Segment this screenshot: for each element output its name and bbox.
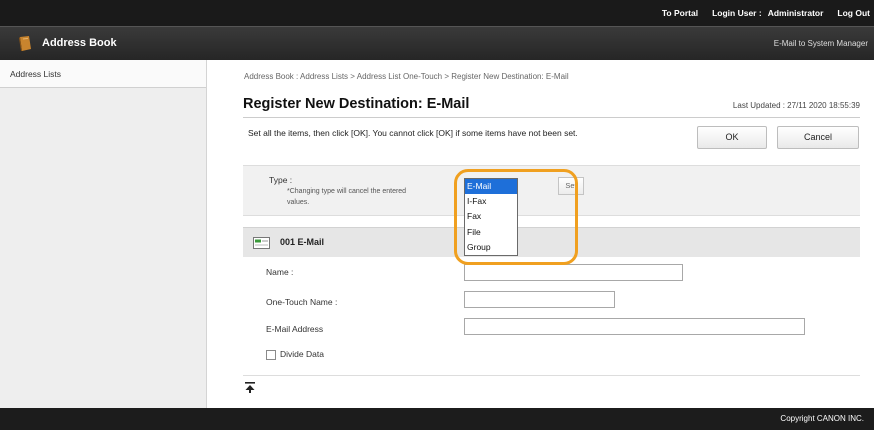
type-option-fax[interactable]: Fax — [465, 209, 517, 224]
footer: Copyright CANON INC. — [0, 408, 874, 430]
email-system-manager-link[interactable]: E-Mail to System Manager — [774, 39, 868, 48]
divide-data-label: Divide Data — [280, 349, 324, 359]
top-links: To Portal Login User : Administrator Log… — [662, 0, 870, 26]
type-note: *Changing type will cancel the entered v… — [287, 188, 407, 206]
ok-button[interactable]: OK — [697, 126, 767, 149]
email-address-label: E-Mail Address — [266, 324, 324, 334]
email-address-field[interactable] — [464, 318, 805, 335]
page-title: Register New Destination: E-Mail — [243, 96, 470, 112]
type-dropdown-list[interactable]: E-Mail I-Fax Fax File Group — [464, 178, 518, 256]
cancel-button[interactable]: Cancel — [777, 126, 859, 149]
type-option-email[interactable]: E-Mail — [465, 179, 517, 195]
type-option-group[interactable]: Group — [465, 240, 517, 255]
one-touch-name-field[interactable] — [464, 291, 615, 308]
type-option-file[interactable]: File — [465, 225, 517, 240]
name-label: Name : — [266, 267, 294, 277]
email-destination-icon — [253, 237, 270, 249]
title-divider — [243, 117, 860, 118]
section-divider — [243, 375, 860, 376]
name-field[interactable] — [464, 264, 683, 281]
divide-data-checkbox[interactable] — [266, 350, 276, 360]
app-title: Address Book — [42, 37, 117, 49]
sidebar-item-address-lists[interactable]: Address Lists — [0, 60, 206, 88]
instruction-text: Set all the items, then click [OK]. You … — [248, 128, 578, 138]
to-portal-link[interactable]: To Portal — [662, 8, 698, 18]
sidebar: Address Lists — [0, 60, 207, 408]
address-book-icon — [19, 36, 31, 51]
breadcrumb: Address Book : Address Lists > Address L… — [244, 72, 569, 81]
login-user-label: Login User : — [712, 8, 762, 18]
destination-header: 001 E-Mail — [243, 227, 860, 257]
destination-title: 001 E-Mail — [280, 237, 325, 247]
top-bar: To Portal Login User : Administrator Log… — [0, 0, 874, 26]
login-user-value: Administrator — [767, 8, 824, 18]
main-content: Address Book : Address Lists > Address L… — [207, 60, 874, 408]
type-area: Type : *Changing type will cancel the en… — [243, 165, 860, 216]
type-option-ifax[interactable]: I-Fax — [465, 194, 517, 209]
copyright-text: Copyright CANON INC. — [780, 414, 864, 423]
title-bar: Address Book E-Mail to System Manager — [0, 26, 874, 60]
type-label: Type : — [269, 175, 293, 185]
logout-link[interactable]: Log Out — [837, 8, 870, 18]
one-touch-name-label: One-Touch Name : — [266, 297, 338, 307]
scroll-to-top-icon[interactable] — [245, 382, 255, 393]
last-updated: Last Updated : 27/11 2020 18:55:39 — [732, 101, 860, 110]
login-user: Login User : Administrator — [712, 8, 823, 18]
set-button[interactable]: Set — [558, 177, 584, 195]
